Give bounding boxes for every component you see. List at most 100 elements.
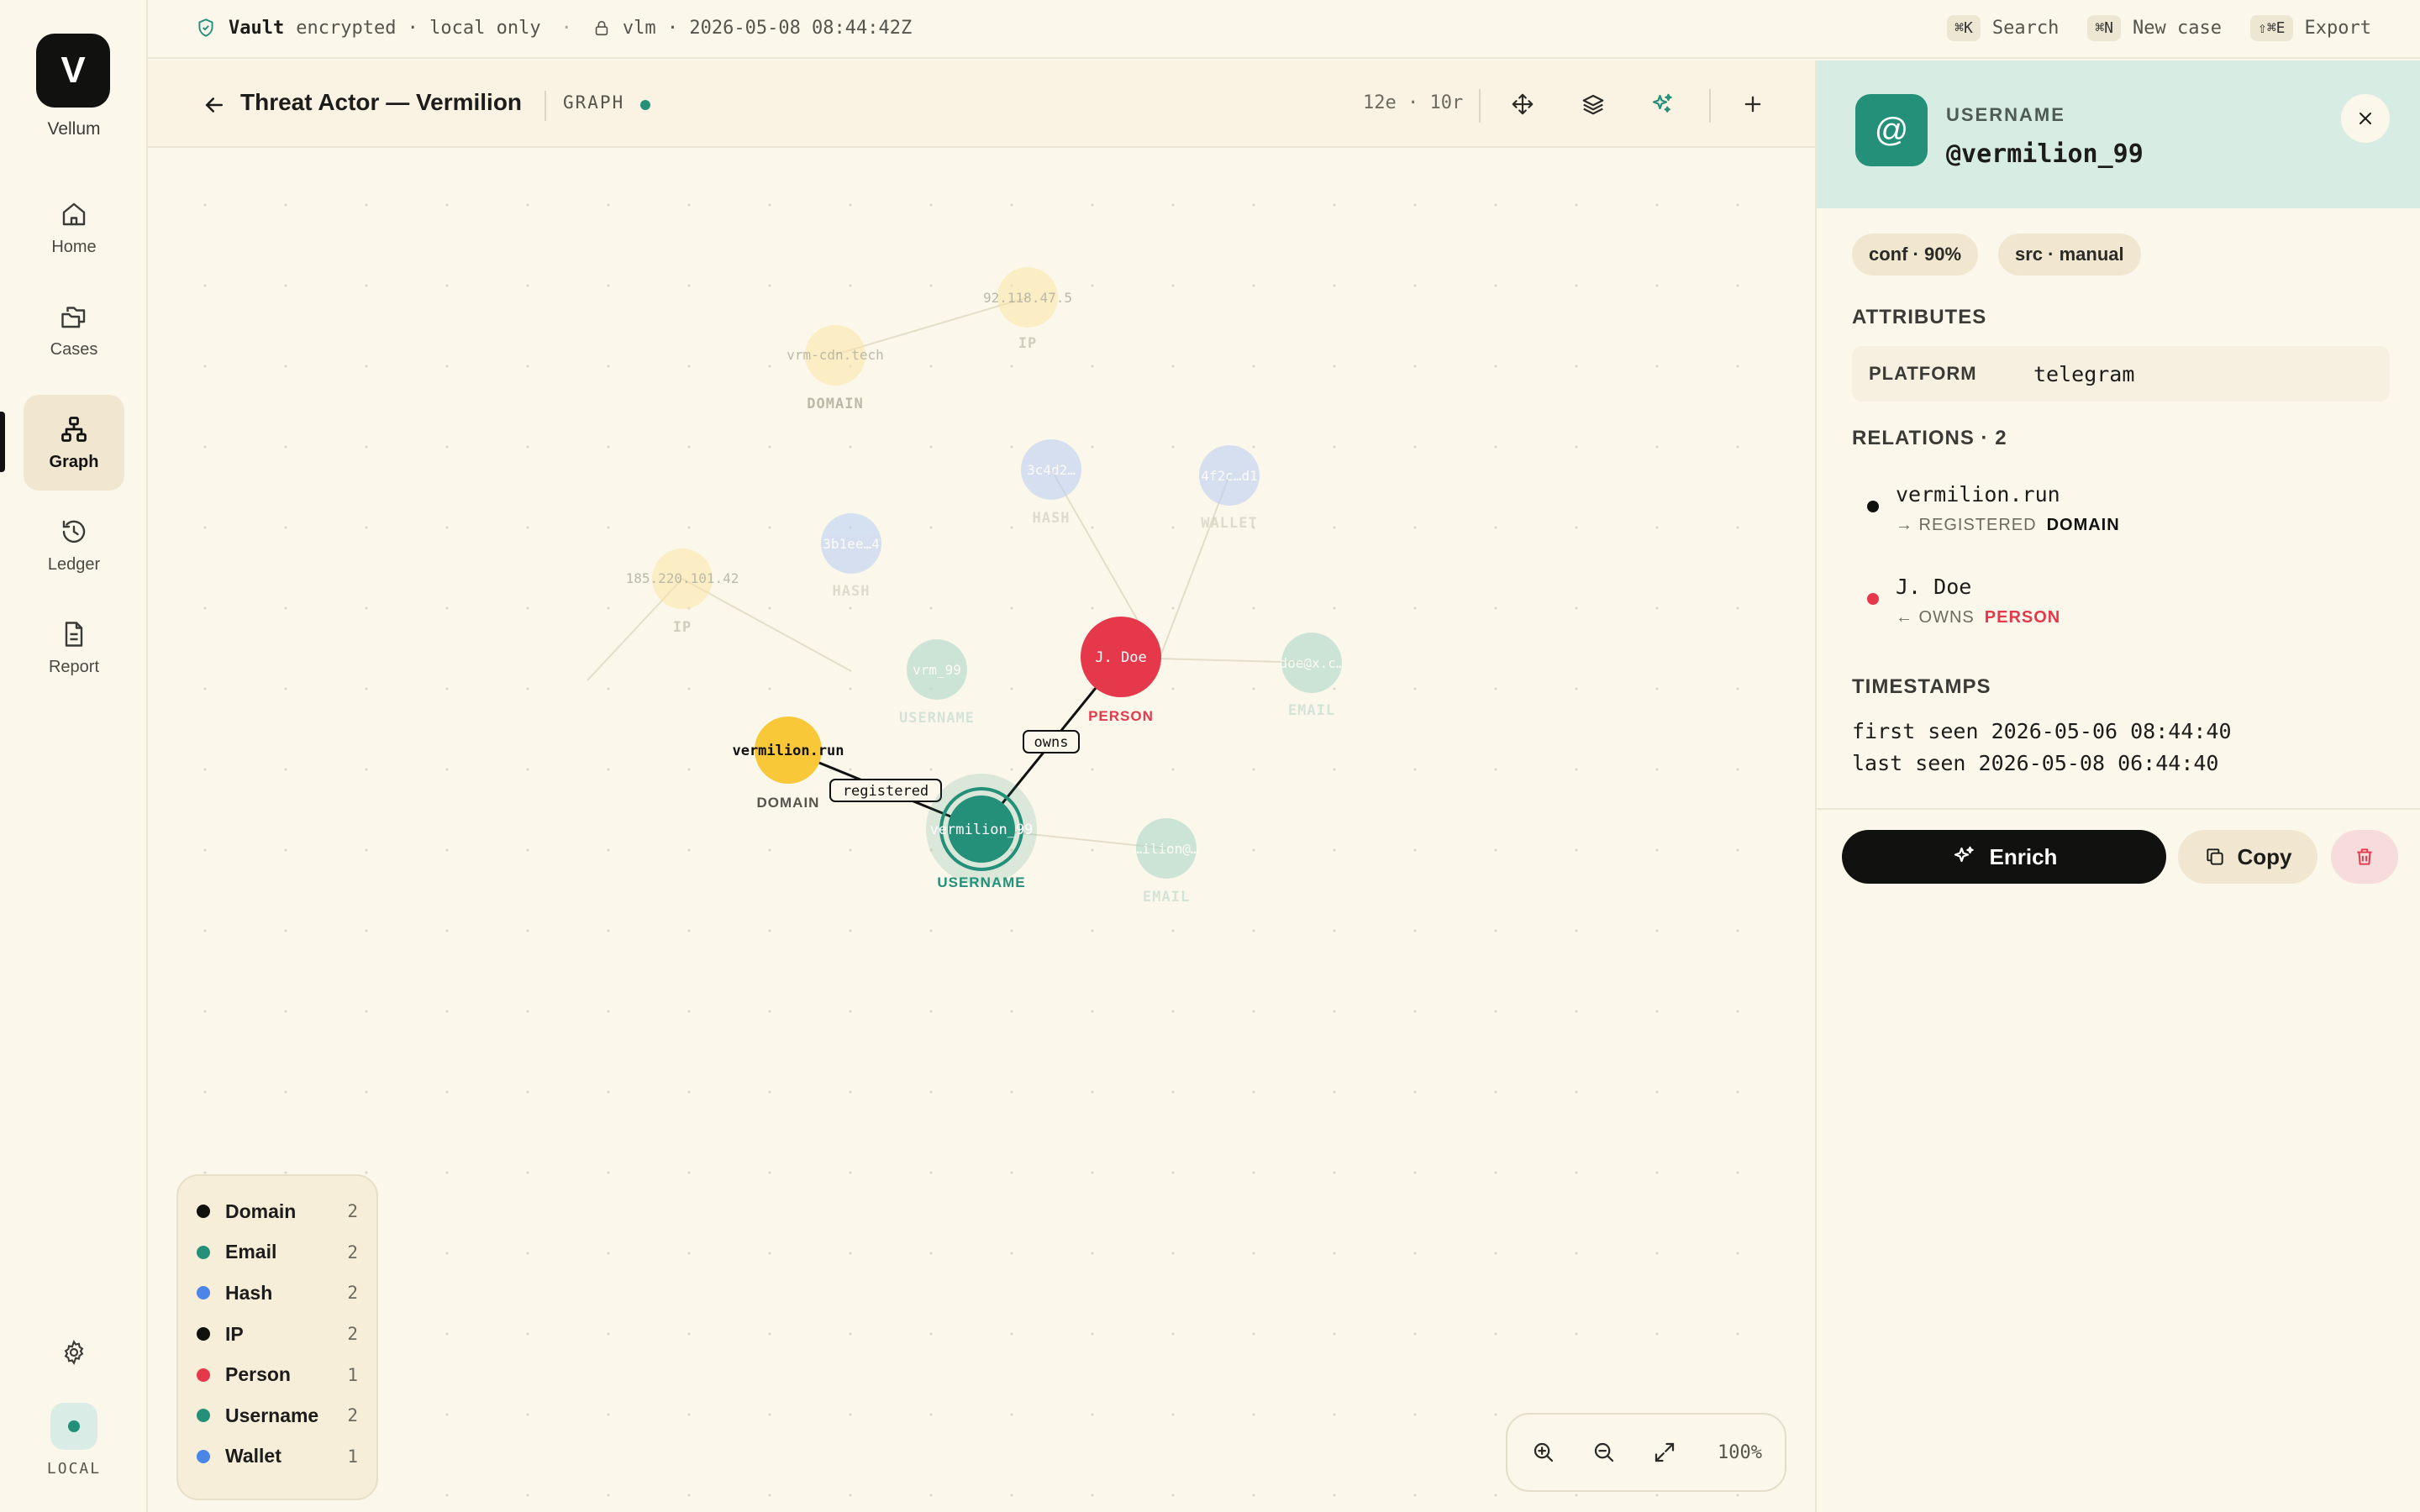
legend-label: Domain [225, 1200, 297, 1222]
entity-detail-panel: @ USERNAME @vermilion_99 conf · 90% src … [1815, 60, 2420, 1512]
delete-button[interactable] [2331, 830, 2398, 884]
nav-report[interactable]: Report [24, 600, 124, 696]
relation-direction: ← OWNS [1896, 608, 1975, 627]
attribute-value[interactable]: telegram [2033, 362, 2134, 386]
node-type: EMAIL [1288, 702, 1335, 719]
node-type: USERNAME [899, 710, 975, 727]
nav-graph-label: Graph [49, 452, 99, 471]
export-shortcut[interactable]: ⇧⌘E Export [2250, 15, 2371, 41]
auto-layout-button[interactable] [1644, 86, 1681, 123]
source-chip: src · manual [1998, 234, 2141, 276]
graph-node-domain[interactable]: vermilion.run DOMAIN [732, 717, 844, 811]
graph-node-username-selected[interactable]: vermilion_99 USERNAME [926, 774, 1037, 890]
legend-item-email[interactable]: Email 2 [197, 1232, 358, 1273]
graph-counts: 12e · 10r [1363, 92, 1464, 113]
graph-svg[interactable]: registered owns 92.118.47.5 IP vrm-cdn.t… [148, 148, 1815, 1512]
legend-dot [197, 1245, 210, 1259]
shield-check-icon [198, 18, 213, 37]
legend-label: IP [225, 1322, 244, 1345]
confidence-chip: conf · 90% [1852, 234, 1979, 276]
legend-dot [197, 1327, 210, 1341]
relation-type: PERSON [1984, 608, 2061, 627]
zoom-in-icon [1534, 1442, 1554, 1462]
legend-dot [197, 1368, 210, 1382]
relation-meta: → REGISTERED DOMAIN [1896, 516, 2120, 535]
legend-label: Username [225, 1404, 319, 1426]
lock-icon [595, 20, 608, 36]
legend-item-ip[interactable]: IP 2 [197, 1314, 358, 1355]
first-seen: first seen 2026-05-06 08:44:40 [1852, 719, 2232, 743]
divider [1479, 89, 1481, 123]
zoom-in-button[interactable] [1523, 1431, 1565, 1473]
nav-home[interactable]: Home [24, 180, 124, 276]
zoom-out-icon [1594, 1442, 1614, 1462]
add-entity-button[interactable] [1734, 86, 1771, 123]
legend-item-person[interactable]: Person 1 [197, 1354, 358, 1395]
search-shortcut[interactable]: ⌘K Search [1947, 15, 2059, 41]
nav-ledger[interactable]: Ledger [24, 497, 124, 593]
enrich-button[interactable]: Enrich [1842, 830, 2166, 884]
back-button[interactable] [202, 92, 227, 118]
graph-node-domain[interactable]: vrm-cdn.tech DOMAIN [786, 325, 884, 412]
legend-item-username[interactable]: Username 2 [197, 1395, 358, 1436]
graph-node-hash[interactable]: 3b1ee…4 HASH [821, 513, 881, 600]
legend-item-wallet[interactable]: Wallet 1 [197, 1436, 358, 1478]
graph-node-email[interactable]: doe@x.c… EMAIL [1279, 633, 1344, 719]
new-case-shortcut[interactable]: ⌘N New case [2087, 15, 2222, 41]
graph-node-ip[interactable]: 92.118.47.5 IP [983, 267, 1072, 352]
layers-button[interactable] [1575, 86, 1612, 123]
pan-button[interactable] [1504, 86, 1541, 123]
edge-label-registered: registered [843, 783, 929, 800]
expand-icon [1655, 1442, 1675, 1462]
node-type: EMAIL [1143, 889, 1190, 906]
node-label: …ilion@… [1134, 841, 1198, 857]
fit-view-button[interactable] [1644, 1431, 1686, 1473]
relation-item[interactable]: vermilion.run → REGISTERED DOMAIN [1852, 477, 2390, 553]
sidebar: V Vellum Home Cases Graph Ledger Report … [0, 0, 148, 1512]
attribute-key: PLATFORM [1869, 363, 1977, 384]
settings-button[interactable] [57, 1336, 91, 1369]
top-shortcuts: ⌘K Search ⌘N New case ⇧⌘E Export [1930, 15, 2371, 41]
enrich-label: Enrich [1989, 843, 2058, 869]
graph-node-email[interactable]: …ilion@… EMAIL [1134, 818, 1199, 906]
relation-type: DOMAIN [2046, 516, 2120, 534]
nav-cases[interactable]: Cases [24, 282, 124, 378]
close-panel-button[interactable] [2341, 94, 2390, 143]
layers-icon [1582, 94, 1604, 115]
last-seen: last seen 2026-05-08 06:44:40 [1852, 751, 2219, 775]
nav-graph[interactable]: Graph [24, 395, 124, 491]
node-label: vrm-cdn.tech [786, 347, 884, 363]
live-status-dot [640, 100, 650, 110]
active-nav-indicator [0, 412, 5, 472]
graph-canvas[interactable]: registered owns 92.118.47.5 IP vrm-cdn.t… [148, 148, 1815, 1512]
copy-button[interactable]: Copy [2178, 830, 2317, 884]
node-type: HASH [1033, 510, 1071, 527]
legend-count: 1 [347, 1364, 358, 1385]
legend-item-hash[interactable]: Hash 2 [197, 1273, 358, 1314]
sparkles-icon [1954, 846, 1974, 863]
new-case-label: New case [2133, 18, 2222, 39]
copy-label: Copy [2237, 843, 2292, 869]
graph-node-username[interactable]: vrm_99 USERNAME [899, 639, 975, 727]
vault-label: Vault [229, 17, 285, 39]
graph-node-hash[interactable]: 3c4d2… HASH [1021, 439, 1081, 527]
legend-dot [197, 1409, 210, 1423]
graph-node-wallet[interactable]: 4f2c…d1 WALLET [1199, 445, 1260, 532]
node-label: 185.220.101.42 [626, 570, 739, 586]
app-logo[interactable]: V [36, 34, 110, 108]
graph-node-ip[interactable]: 185.220.101.42 IP [626, 549, 739, 636]
new-case-kbd: ⌘N [2087, 15, 2122, 41]
zoom-controls: 100% [1506, 1413, 1786, 1492]
search-kbd: ⌘K [1947, 15, 1981, 41]
graph-node-person[interactable]: J. Doe PERSON [1081, 617, 1161, 724]
relation-item[interactable]: J. Doe ← OWNS PERSON [1852, 570, 2390, 645]
legend-label: Email [225, 1241, 277, 1263]
case-title: Threat Actor — Vermilion [240, 89, 523, 115]
legend-dot [197, 1205, 210, 1219]
arrow-left-icon [205, 97, 223, 113]
zoom-out-button[interactable] [1583, 1431, 1625, 1473]
legend-item-domain[interactable]: Domain 2 [197, 1191, 358, 1232]
legend-count: 2 [347, 1283, 358, 1304]
relation-dot [1867, 501, 1879, 512]
nav-cases-label: Cases [50, 339, 98, 359]
